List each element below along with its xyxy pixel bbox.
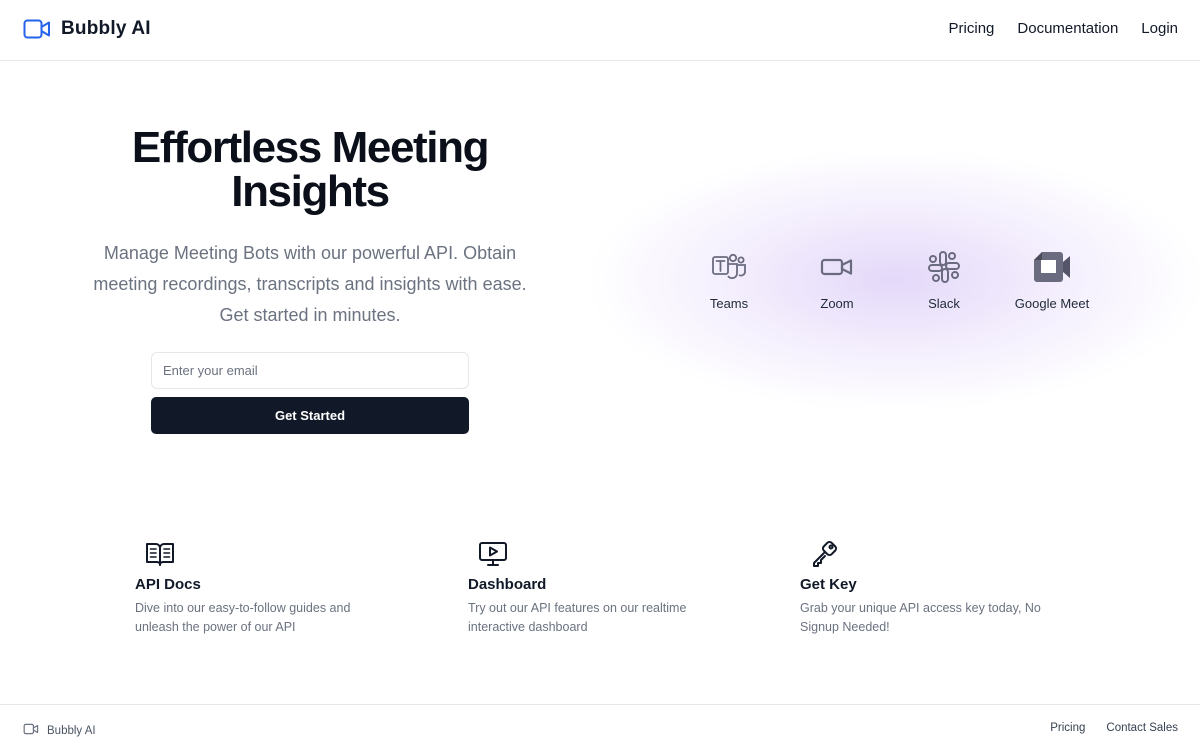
slack-icon xyxy=(889,248,999,286)
platform-slack: Slack xyxy=(889,248,999,311)
footer-nav: Pricing Contact Sales xyxy=(1050,722,1178,734)
teams-icon xyxy=(674,248,784,286)
feature-description: Grab your unique API access key today, N… xyxy=(800,601,1041,634)
top-nav: Pricing Documentation Login xyxy=(949,20,1178,37)
brand-link[interactable]: Bubbly AI xyxy=(23,18,151,40)
brand-name: Bubbly AI xyxy=(61,18,151,39)
email-input[interactable] xyxy=(151,352,469,389)
platform-zoom: Zoom xyxy=(782,248,892,311)
feature-dashboard[interactable]: Dashboard Try out our API features on ou… xyxy=(468,538,728,637)
feature-title: API Docs xyxy=(135,576,201,593)
footer-link-pricing[interactable]: Pricing xyxy=(1050,722,1085,734)
footer-brand[interactable]: Bubbly AI xyxy=(23,722,96,740)
nav-documentation[interactable]: Documentation xyxy=(1017,20,1118,37)
platform-label: Teams xyxy=(709,296,749,311)
monitor-play-icon xyxy=(478,538,728,570)
get-started-button[interactable]: Get Started xyxy=(151,397,469,434)
feature-description: Dive into our easy-to-follow guides and … xyxy=(135,601,351,634)
platform-label: Zoom xyxy=(820,296,854,311)
footer-link-contact-sales[interactable]: Contact Sales xyxy=(1106,722,1178,734)
feature-api-docs[interactable]: API Docs Dive into our easy-to-follow gu… xyxy=(135,538,395,637)
feature-get-key[interactable]: Get Key Grab your unique API access key … xyxy=(800,538,1060,637)
nav-login[interactable]: Login xyxy=(1141,20,1178,37)
site-footer: Bubbly AI Pricing Contact Sales xyxy=(0,704,1200,750)
platform-label: Slack xyxy=(928,296,960,311)
platform-teams: Teams xyxy=(674,248,784,311)
feature-title: Dashboard xyxy=(468,576,547,593)
key-icon xyxy=(810,538,1060,570)
platform-label: Google Meet xyxy=(1014,296,1090,311)
feature-description: Try out our API features on our realtime… xyxy=(468,601,687,634)
feature-title: Get Key xyxy=(800,576,857,593)
platform-google-meet: Google Meet xyxy=(997,248,1107,311)
hero-subtitle: Manage Meeting Bots with our powerful AP… xyxy=(93,243,527,325)
footer-brand-name: Bubbly AI xyxy=(47,725,96,737)
book-icon xyxy=(145,538,395,570)
google-meet-icon xyxy=(997,248,1107,286)
video-camera-icon xyxy=(23,18,51,40)
zoom-icon xyxy=(782,248,892,286)
video-camera-icon xyxy=(23,722,39,740)
site-header: Bubbly AI Pricing Documentation Login xyxy=(0,0,1200,61)
hero-title: Effortless Meeting Insights xyxy=(131,123,490,216)
nav-pricing[interactable]: Pricing xyxy=(949,20,995,37)
